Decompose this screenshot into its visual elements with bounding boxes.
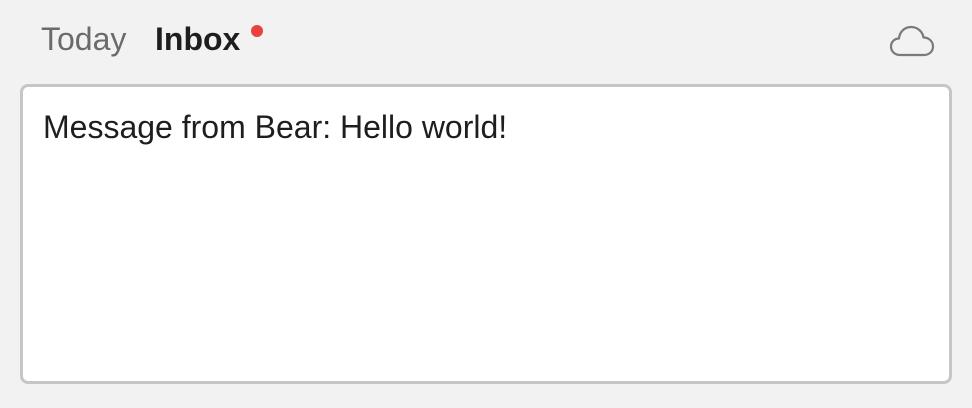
tab-inbox[interactable]: Inbox xyxy=(155,20,240,58)
tab-today[interactable]: Today xyxy=(41,20,126,58)
unread-dot xyxy=(251,25,263,37)
message-text: Message from Bear: Hello world! xyxy=(43,109,508,145)
cloud-icon xyxy=(889,25,935,57)
message-box[interactable]: Message from Bear: Hello world! xyxy=(20,84,952,384)
cloud-sync-button[interactable] xyxy=(889,23,935,59)
header: Today Inbox xyxy=(0,0,972,80)
